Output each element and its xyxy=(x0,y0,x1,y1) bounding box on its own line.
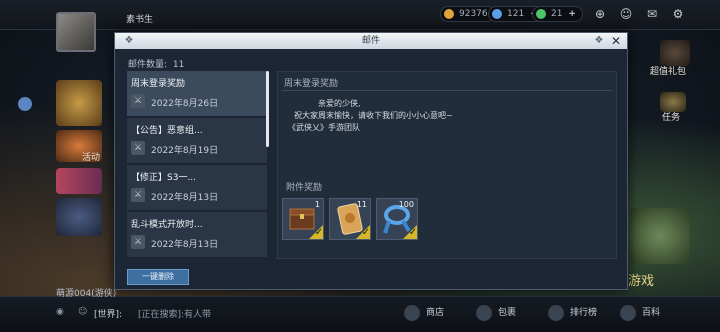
gift-pack-label: 超值礼包 xyxy=(650,67,687,77)
mail-list-scrollbar[interactable] xyxy=(266,71,269,147)
mail-dialog-header: ❖ 邮件 ❖ ✕ xyxy=(115,33,627,49)
wiki-icon xyxy=(620,305,636,321)
chat-emoji-icon[interactable]: ☺ xyxy=(78,307,87,317)
attachment-slot[interactable]: 100 ✓ xyxy=(376,198,418,240)
mail-date: 2022年8月19日 xyxy=(151,146,219,156)
wiki-button[interactable]: 百科 xyxy=(620,303,660,323)
globe-icon[interactable]: ⊕ xyxy=(592,6,608,22)
mail-body-text: 祝大家周末愉快，请收下我们的小小心意吧~ xyxy=(294,111,453,120)
bag-button[interactable]: 包裹 xyxy=(476,303,516,323)
scenery-panel xyxy=(630,208,690,264)
attachment-qty: 100 xyxy=(398,200,414,209)
jade-value: 21 xyxy=(551,9,563,19)
player-name: 素书生 xyxy=(126,15,154,25)
team-text: 萌源004(游侠) xyxy=(56,289,117,299)
attachment-qty: 11 xyxy=(356,200,367,209)
mail-detail-panel: 周末登录奖励 亲爱的少侠, 祝大家周末愉快，请收下我们的小小心意吧~ 《武侠乂》… xyxy=(277,71,617,259)
gold-resource[interactable]: 92376 xyxy=(440,6,495,22)
delete-all-button[interactable]: 一键删除 xyxy=(127,269,189,285)
attachment-slot[interactable]: 11 ✓ xyxy=(329,198,371,240)
top-bar xyxy=(0,0,720,30)
attachments-title: 附件奖励 xyxy=(286,183,323,193)
bag-icon xyxy=(476,305,492,321)
bag-label: 包裹 xyxy=(498,308,517,318)
sword-icon: ⚔ xyxy=(131,141,145,155)
voice-icon[interactable]: ◉ xyxy=(56,307,64,317)
mail-list-item[interactable]: 周末登录奖励 ⚔ 2022年8月26日 xyxy=(127,71,267,117)
settings-gear-icon[interactable]: ⚙ xyxy=(670,6,686,22)
attachment-qty: 1 xyxy=(314,200,320,209)
attachment-slot[interactable]: 1 ✓ xyxy=(282,198,324,240)
shop-button[interactable]: 商店 xyxy=(404,303,444,323)
add-jade-icon[interactable]: + xyxy=(568,9,576,19)
activity-label: 活动 xyxy=(82,153,101,163)
sword-icon: ⚔ xyxy=(131,188,145,202)
mail-detail-title: 周末登录奖励 xyxy=(284,79,339,89)
mail-count-value: 11 xyxy=(172,60,185,70)
mail-count: 邮件数量: 11 xyxy=(128,57,184,70)
shop-label: 商店 xyxy=(426,308,445,318)
mail-list-item[interactable]: 【修正】S3一... ⚔ 2022年8月13日 xyxy=(127,165,267,211)
sword-icon: ⚔ xyxy=(131,235,145,249)
chat-channel[interactable]: [世界]: xyxy=(94,307,122,320)
corner-ornament-icon: ❖ xyxy=(124,35,134,46)
task-label: 任务 xyxy=(662,113,681,123)
mail-subject: 周末登录奖励 xyxy=(131,79,186,89)
sword-icon: ⚔ xyxy=(131,94,145,108)
player-avatar[interactable] xyxy=(56,12,96,52)
ranking-icon xyxy=(548,305,564,321)
shop-icon xyxy=(404,305,420,321)
ranking-button[interactable]: 排行榜 xyxy=(548,303,597,323)
gem-icon xyxy=(492,9,502,19)
mail-dialog: ❖ 邮件 ❖ ✕ 邮件数量: 11 周末登录奖励 ⚔ 2022年8月26日 【公… xyxy=(114,32,628,290)
mail-dialog-title: 邮件 xyxy=(361,36,380,46)
ranking-label: 排行榜 xyxy=(570,308,598,318)
chat-message[interactable]: [正在搜索]:有人带 xyxy=(138,307,211,320)
friends-icon[interactable]: ☺ xyxy=(618,6,634,22)
mail-icon[interactable]: ✉ xyxy=(644,6,660,22)
gold-coin-icon xyxy=(444,9,454,19)
shield-item-icon[interactable] xyxy=(56,198,102,236)
mail-list-item[interactable]: 【公告】恶意组... ⚔ 2022年8月19日 xyxy=(127,118,267,164)
divider xyxy=(282,90,612,91)
gold-value: 92376 xyxy=(459,9,488,19)
jade-resource[interactable]: 21 + xyxy=(532,6,583,22)
left-edge-toggle-icon[interactable] xyxy=(18,97,32,111)
mail-date: 2022年8月26日 xyxy=(151,99,219,109)
close-icon[interactable]: ✕ xyxy=(608,31,624,48)
mail-list-item[interactable]: 乱斗模式开放时... ⚔ 2022年8月13日 xyxy=(127,212,267,258)
wiki-label: 百科 xyxy=(642,308,661,318)
gift-pack-icon[interactable] xyxy=(660,40,690,66)
mail-subject: 【公告】恶意组... xyxy=(131,126,203,136)
game-banner-label[interactable]: 游戏 xyxy=(628,270,654,289)
mail-body-signature: 《武侠乂》手游团队 xyxy=(288,123,360,132)
mail-date: 2022年8月13日 xyxy=(151,240,219,250)
mail-body-greeting: 亲爱的少侠, xyxy=(318,99,361,108)
mail-subject: 乱斗模式开放时... xyxy=(131,220,203,230)
event-banner-icon[interactable] xyxy=(56,80,102,126)
promo-icon[interactable] xyxy=(56,168,102,194)
activity-icon[interactable]: 活动 xyxy=(56,130,102,163)
gem-value: 121 xyxy=(507,9,525,19)
task-icon[interactable] xyxy=(660,92,686,112)
mail-count-label: 邮件数量: xyxy=(128,60,168,70)
corner-ornament-icon: ❖ xyxy=(594,35,604,46)
jade-icon xyxy=(536,9,546,19)
mail-subject: 【修正】S3一... xyxy=(131,173,197,183)
mail-list[interactable]: 周末登录奖励 ⚔ 2022年8月26日 【公告】恶意组... ⚔ 2022年8月… xyxy=(127,71,269,259)
mail-date: 2022年8月13日 xyxy=(151,193,219,203)
